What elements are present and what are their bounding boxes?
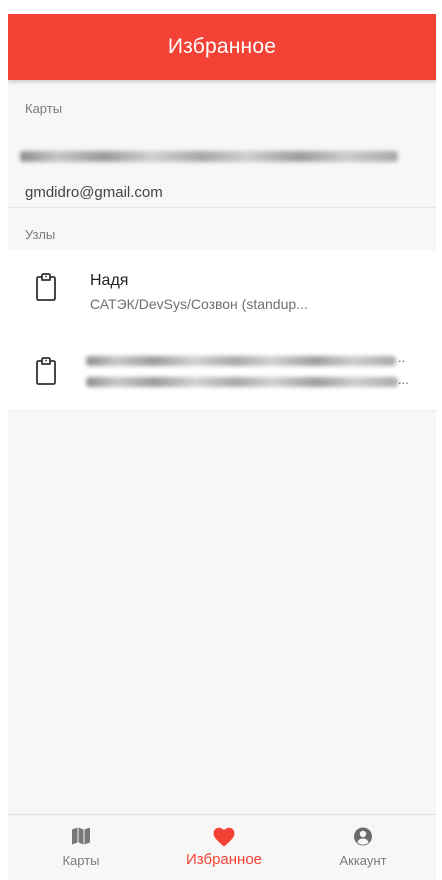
favorite-map-item[interactable]: gmdidro@gmail.com	[8, 127, 436, 208]
blurred-node-path	[86, 377, 398, 387]
app-bar: Избранное	[8, 14, 436, 80]
title-ellipsis: ..	[398, 350, 406, 365]
section-label-nodes: Узлы	[25, 227, 56, 242]
nav-tab-maps[interactable]: Карты	[26, 815, 136, 880]
node-path: САТЭК/DevSys/Созвон (standup...	[90, 296, 308, 312]
nav-tab-account[interactable]: Аккаунт	[308, 815, 418, 880]
favorite-nodes-list: Надя САТЭК/DevSys/Созвон (standup... .. …	[8, 250, 436, 411]
favorite-node-item[interactable]: .. ...	[8, 330, 436, 410]
blurred-node-title	[86, 356, 396, 366]
blurred-map-title	[20, 151, 398, 162]
nav-label-account: Аккаунт	[339, 853, 387, 868]
node-title: Надя	[90, 272, 129, 289]
clipboard-icon	[36, 273, 56, 301]
clipboard-icon	[36, 357, 56, 385]
nav-label-maps: Карты	[62, 853, 100, 868]
section-label-maps: Карты	[25, 101, 63, 116]
favorite-node-item[interactable]: Надя САТЭК/DevSys/Созвон (standup...	[8, 250, 436, 330]
favorites-screen: Избранное Карты gmdidro@gmail.com Узлы Н…	[8, 14, 436, 880]
nav-tab-favorites[interactable]: Избранное	[169, 815, 279, 880]
bottom-navigation: Карты Избранное Аккаунт	[8, 814, 436, 880]
page-title: Избранное	[167, 35, 277, 58]
heart-icon	[213, 827, 235, 847]
account-circle-icon	[354, 827, 372, 846]
map-owner-email: gmdidro@gmail.com	[25, 184, 163, 201]
nav-label-favorites: Избранное	[185, 851, 263, 868]
path-ellipsis: ...	[398, 372, 409, 387]
map-icon	[72, 827, 90, 845]
